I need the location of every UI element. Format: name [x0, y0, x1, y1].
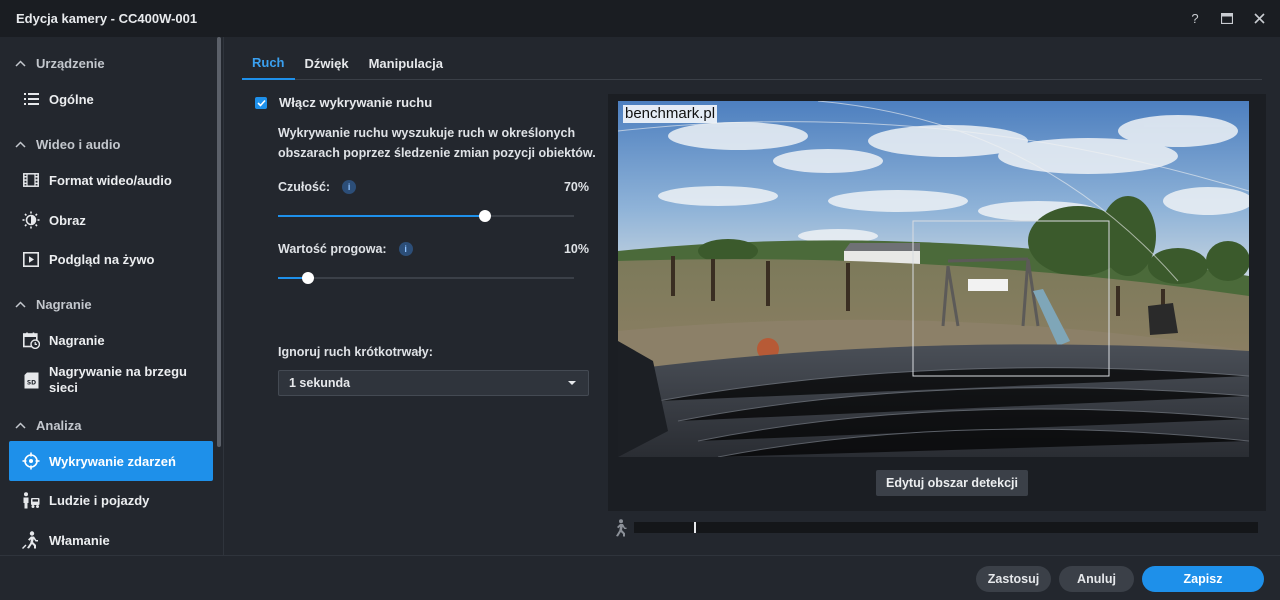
- window-controls: ?: [1188, 0, 1266, 37]
- section-header-analysis[interactable]: Analiza: [0, 410, 214, 440]
- section-header-video-audio[interactable]: Wideo i audio: [0, 129, 214, 159]
- help-icon[interactable]: ?: [1188, 11, 1202, 26]
- timeline-marker[interactable]: [694, 522, 696, 533]
- chevron-up-icon: [14, 57, 26, 69]
- watermark-text: benchmark.pl: [623, 105, 718, 123]
- chevron-up-icon: [14, 138, 26, 150]
- sidebar-item-edge-recording[interactable]: SD Nagrywanie na brzegu sieci: [9, 358, 213, 402]
- sidebar: Urządzenie Ogólne Wideo i audio Format w…: [0, 37, 224, 555]
- section-header-device[interactable]: Urządzenie: [0, 48, 214, 78]
- tab-motion[interactable]: Ruch: [242, 47, 295, 80]
- sidebar-item-label: Ogólne: [49, 91, 94, 107]
- svg-text:SD: SD: [26, 379, 35, 386]
- window-title: Edycja kamery - CC400W-001: [16, 11, 198, 26]
- tab-bar: Ruch Dźwięk Manipulacja: [242, 47, 1262, 80]
- sidebar-item-label: Wykrywanie zdarzeń: [49, 453, 176, 469]
- sidebar-item-live-view[interactable]: Podgląd na żywo: [9, 239, 213, 279]
- threshold-label: Wartość progowa:: [278, 242, 387, 256]
- sd-card-icon: SD: [22, 371, 40, 389]
- sidebar-item-people-vehicles[interactable]: Ludzie i pojazdy: [9, 480, 213, 520]
- edit-detection-area-button[interactable]: Edytuj obszar detekcji: [876, 470, 1028, 496]
- tab-tampering[interactable]: Manipulacja: [359, 47, 453, 80]
- camera-edit-window: Edycja kamery - CC400W-001 ? Urządzenie …: [0, 0, 1280, 600]
- crosshair-icon: [22, 452, 40, 470]
- title-bar: Edycja kamery - CC400W-001 ?: [0, 0, 1280, 37]
- calendar-clock-icon: [22, 331, 40, 349]
- list-icon: [22, 90, 40, 108]
- sensitivity-label: Czułość:: [278, 180, 331, 194]
- camera-scene: [618, 101, 1249, 457]
- people-vehicle-icon: [22, 491, 40, 509]
- slider-handle[interactable]: [479, 210, 491, 222]
- chevron-up-icon: [14, 298, 26, 310]
- sensitivity-value: 70%: [563, 180, 589, 194]
- section-title: Urządzenie: [36, 55, 105, 71]
- enable-motion-label: Włącz wykrywanie ruchu: [279, 95, 433, 110]
- play-icon: [22, 250, 40, 268]
- sidebar-item-label: Nagrywanie na brzegu sieci: [49, 364, 187, 395]
- apply-button[interactable]: Zastosuj: [976, 566, 1051, 592]
- camera-preview-panel: benchmark.pl Edytuj obszar detekcji: [608, 94, 1266, 511]
- brightness-icon: [22, 211, 40, 229]
- sidebar-item-recording[interactable]: Nagranie: [9, 320, 213, 360]
- motion-timeline[interactable]: [634, 522, 1258, 533]
- threshold-row: Wartość progowa: i 10%: [278, 239, 589, 259]
- sensitivity-row: Czułość: i 70%: [278, 177, 589, 197]
- close-icon[interactable]: [1252, 12, 1266, 26]
- sidebar-item-label: Format wideo/audio: [49, 172, 172, 188]
- motion-timeline-row: [608, 517, 1266, 539]
- threshold-slider[interactable]: [278, 271, 574, 285]
- ignore-label: Ignoruj ruch krótkotrwały:: [278, 345, 433, 359]
- sidebar-item-event-detection[interactable]: Wykrywanie zdarzeń: [9, 441, 213, 481]
- cancel-button[interactable]: Anuluj: [1059, 566, 1134, 592]
- ignore-row: Ignoruj ruch krótkotrwały:: [278, 342, 589, 362]
- camera-image: benchmark.pl: [618, 101, 1249, 457]
- info-icon[interactable]: i: [342, 180, 357, 194]
- maximize-icon[interactable]: [1220, 12, 1234, 26]
- enable-motion-row: Włącz wykrywanie ruchu: [255, 95, 432, 110]
- footer-bar: Zastosuj Anuluj Zapisz: [0, 555, 1280, 600]
- slider-handle[interactable]: [302, 272, 314, 284]
- film-icon: [22, 171, 40, 189]
- ignore-duration-value: 1 sekunda: [289, 376, 351, 390]
- sensitivity-slider[interactable]: [278, 209, 574, 223]
- sidebar-item-label: Obraz: [49, 212, 86, 228]
- section-title: Wideo i audio: [36, 136, 121, 152]
- intruder-icon: [22, 531, 40, 549]
- section-title: Analiza: [36, 417, 82, 433]
- sidebar-item-intrusion[interactable]: Włamanie: [9, 520, 213, 555]
- sidebar-item-general[interactable]: Ogólne: [9, 79, 213, 119]
- motion-description: Wykrywanie ruchu wyszukuje ruch w określ…: [278, 126, 596, 160]
- slider-track: [278, 277, 574, 279]
- sidebar-item-video-format[interactable]: Format wideo/audio: [9, 160, 213, 200]
- section-header-recording[interactable]: Nagranie: [0, 289, 214, 319]
- sidebar-item-image[interactable]: Obraz: [9, 200, 213, 240]
- info-icon[interactable]: i: [398, 242, 413, 256]
- sidebar-item-label: Nagranie: [49, 332, 105, 348]
- section-title: Nagranie: [36, 296, 92, 312]
- chevron-down-icon: [568, 381, 576, 385]
- slider-fill: [278, 215, 485, 217]
- sidebar-item-label: Podgląd na żywo: [49, 251, 155, 267]
- ignore-duration-select[interactable]: 1 sekunda: [278, 370, 589, 396]
- save-button[interactable]: Zapisz: [1142, 566, 1264, 592]
- walking-person-icon: [612, 519, 628, 537]
- sidebar-scrollbar[interactable]: [217, 37, 221, 447]
- threshold-value: 10%: [563, 242, 589, 256]
- sidebar-item-label: Włamanie: [49, 532, 110, 548]
- enable-motion-checkbox[interactable]: [255, 96, 267, 109]
- tab-sound[interactable]: Dźwięk: [295, 47, 359, 80]
- chevron-up-icon: [14, 419, 26, 431]
- main-content: Ruch Dźwięk Manipulacja Włącz wykrywanie…: [225, 37, 1280, 555]
- sidebar-item-label: Ludzie i pojazdy: [49, 492, 150, 508]
